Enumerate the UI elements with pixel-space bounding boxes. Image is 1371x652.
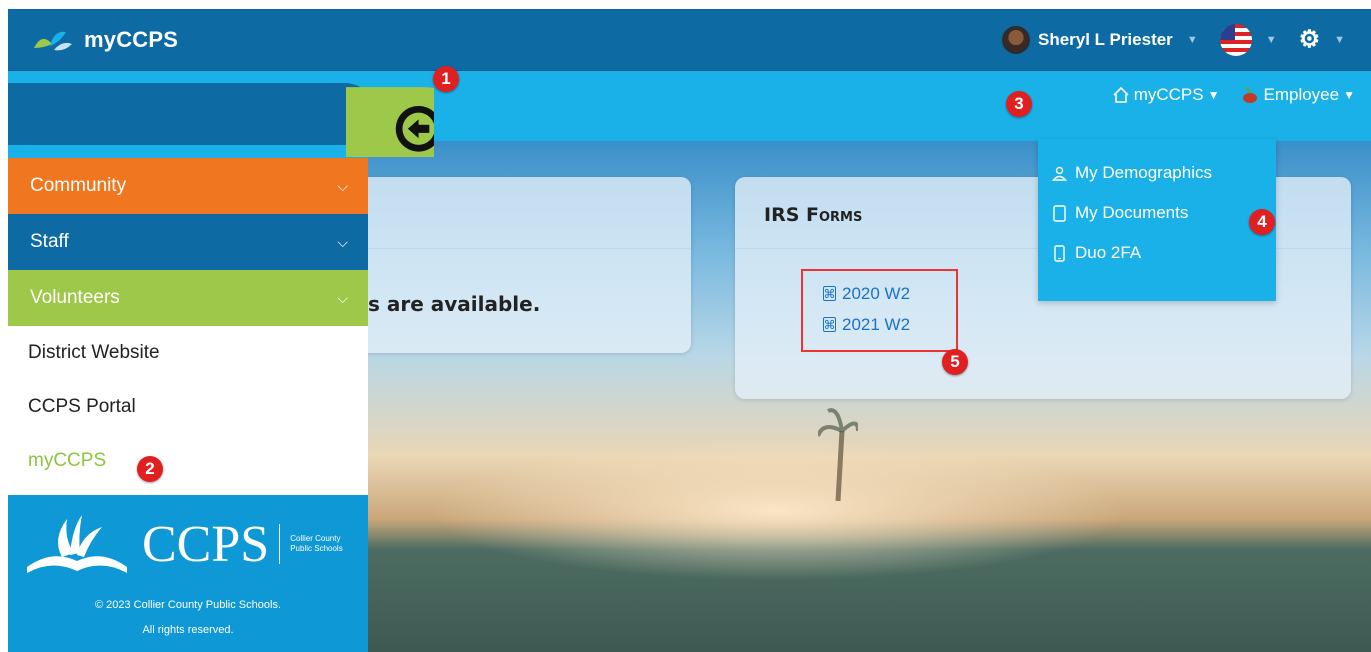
sidebar-collapse-button[interactable] [344, 71, 434, 157]
us-flag-icon [1219, 23, 1252, 56]
sidebar-link-district-website[interactable]: District Website [8, 326, 368, 380]
sidebar-item-label: Staff [30, 231, 69, 252]
my-documents-item[interactable]: My Documents [1038, 193, 1276, 233]
sidebar-item-community[interactable]: Community ⌵ [8, 158, 368, 214]
caret-down-icon: ▼ [1265, 33, 1277, 46]
language-menu[interactable]: ▼ [1219, 23, 1277, 56]
pdf-icon: ⌘ [823, 317, 836, 332]
gear-icon: ⚙ [1298, 26, 1321, 53]
caret-down-icon: ▼ [1343, 88, 1355, 102]
settings-menu[interactable]: ⚙ ▼ [1299, 25, 1345, 54]
palm-tree-silhouette [818, 408, 858, 501]
ccps-footer-logo: CCPS Collier County Public Schools [22, 509, 343, 579]
chevron-down-icon: ⌵ [337, 233, 348, 250]
irs-forms-title: IRS Forms [764, 204, 863, 226]
my-documents-label: My Documents [1075, 203, 1189, 222]
home-menu-label: myCCPS [1133, 85, 1204, 104]
caret-down-icon: ▼ [1334, 33, 1345, 46]
home-icon [1113, 86, 1129, 103]
brand-link[interactable]: myCCPS [32, 26, 178, 54]
pdf-icon: ⌘ [823, 286, 836, 301]
apple-icon [1242, 87, 1257, 103]
sidebar-footer: CCPS Collier County Public Schools © 202… [8, 495, 368, 652]
phone-icon [1054, 244, 1065, 262]
w2-2020-link[interactable]: ⌘ 2020 W2 [823, 278, 956, 309]
w2-2021-link[interactable]: ⌘ 2021 W2 [823, 309, 956, 340]
employee-menu-label: Employee [1263, 85, 1340, 104]
footer-sub-line1: Collier County [290, 534, 341, 543]
sidebar-search-input[interactable] [8, 83, 376, 145]
ccps-logo-icon [34, 31, 72, 50]
sidebar-item-staff[interactable]: Staff ⌵ [8, 214, 368, 270]
footer-logo-subtitle: Collier County Public Schools [290, 534, 342, 554]
sidebar-link-label: myCCPS [28, 450, 107, 471]
chevron-down-icon: ⌵ [337, 177, 348, 194]
ccps-book-logo-icon [27, 515, 127, 573]
footer-logo-divider [279, 524, 281, 564]
footer-logo-text: CCPS [142, 515, 270, 573]
my-demographics-label: My Demographics [1075, 163, 1212, 182]
sidebar: Community ⌵ Staff ⌵ Volunteers ⌵ Distric… [8, 71, 376, 652]
document-icon [1053, 204, 1066, 222]
duo-2fa-item[interactable]: Duo 2FA [1038, 233, 1276, 273]
copyright-line-2: All rights reserved. [142, 624, 234, 636]
brand-name: myCCPS [84, 26, 179, 52]
copyright-line-1: © 2023 Collier County Public Schools. [94, 599, 282, 611]
person-icon [1052, 166, 1067, 181]
avatar [1001, 25, 1030, 54]
sidebar-item-volunteers[interactable]: Volunteers ⌵ [8, 270, 368, 326]
w2-2020-label: 2020 W2 [842, 283, 911, 303]
user-menu[interactable]: Sheryl L Priester ▼ [1001, 25, 1198, 54]
sidebar-link-label: CCPS Portal [28, 396, 136, 417]
footer-sub-line2: Public Schools [290, 544, 343, 553]
annotation-badge-3: 3 [1006, 91, 1032, 117]
caret-down-icon: ▼ [1186, 33, 1198, 46]
sidebar-link-label: District Website [28, 342, 160, 363]
annotation-badge-5: 5 [942, 349, 968, 375]
sidebar-item-label: Community [30, 175, 127, 196]
caret-down-icon: ▼ [1207, 88, 1220, 102]
sidebar-item-label: Volunteers [30, 287, 120, 308]
user-name: Sheryl L Priester [1037, 29, 1173, 49]
w2-links-highlight: ⌘ 2020 W2 ⌘ 2021 W2 [801, 269, 958, 352]
home-dropdown-menu: My Demographics My Documents Duo 2FA [1038, 139, 1276, 301]
notice-message: s are available. [368, 292, 541, 316]
sidebar-search-area [8, 71, 376, 158]
annotation-badge-2: 2 [137, 456, 163, 482]
background-haze [428, 441, 1128, 581]
duo-2fa-label: Duo 2FA [1075, 243, 1142, 262]
sidebar-link-ccps-portal[interactable]: CCPS Portal [8, 380, 368, 434]
annotation-badge-1: 1 [433, 66, 459, 92]
sidebar-link-myccps[interactable]: myCCPS [8, 434, 368, 488]
my-demographics-item[interactable]: My Demographics [1038, 153, 1276, 193]
chevron-down-icon: ⌵ [337, 289, 348, 306]
annotation-badge-4: 4 [1249, 209, 1275, 235]
employee-menu[interactable]: Employee ▼ [1240, 85, 1355, 105]
top-navbar: myCCPS Sheryl L Priester ▼ ▼ ⚙ ▼ [8, 9, 1371, 71]
w2-2021-label: 2021 W2 [842, 314, 911, 334]
home-menu[interactable]: myCCPS ▼ [1112, 85, 1220, 105]
